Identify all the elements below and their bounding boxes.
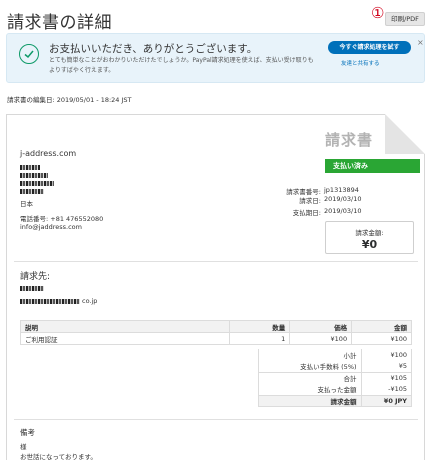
line-items-table: 説明 数量 価格 金額 ご利用認証 1 ¥100 ¥100 bbox=[19, 320, 412, 345]
status-badge: 支払い済み bbox=[325, 159, 420, 173]
subtotal-value: ¥100 bbox=[360, 349, 413, 361]
table-row: ご利用認証 1 ¥100 ¥100 bbox=[19, 332, 412, 345]
seller-email: info@jaddress.com bbox=[20, 223, 82, 231]
redacted-text bbox=[20, 299, 80, 304]
redacted-text bbox=[20, 286, 44, 291]
item-amount: ¥100 bbox=[351, 332, 412, 345]
redacted-text bbox=[20, 189, 44, 194]
redacted-text bbox=[20, 181, 54, 186]
notes-line: 様 bbox=[20, 443, 27, 451]
print-pdf-button[interactable]: 印刷/PDF bbox=[385, 12, 425, 26]
invoice-title: 請求書 bbox=[325, 131, 374, 149]
share-with-friend-link[interactable]: 友達と共有する bbox=[341, 59, 380, 67]
total-value: ¥105 bbox=[360, 371, 413, 384]
annotation-marker: ① bbox=[371, 4, 385, 22]
amount-due-row: 請求金額 ¥0 JPY bbox=[258, 394, 413, 407]
column-header-amount: 金額 bbox=[351, 320, 412, 333]
paid-value: -¥105 bbox=[360, 383, 413, 395]
seller-phone: 電話番号: +81 476552080 bbox=[20, 215, 104, 223]
amount-due-row-label: 請求金額 bbox=[258, 394, 362, 407]
meta-label: 請求日: bbox=[299, 197, 321, 205]
check-circle-icon bbox=[19, 44, 39, 64]
notes-title: 備考 bbox=[20, 428, 35, 437]
redacted-text bbox=[20, 173, 48, 178]
try-invoicing-button[interactable]: 今すぐ請求処理を試す bbox=[328, 41, 411, 54]
item-price: ¥100 bbox=[289, 332, 353, 345]
bill-to-title: 請求先: bbox=[20, 272, 51, 282]
meta-value: 2019/03/10 bbox=[324, 195, 362, 203]
amount-due-label: 請求金額: bbox=[355, 229, 384, 237]
redacted-text bbox=[20, 165, 40, 170]
totals-table: 小計 ¥100 支払い手数料 (5%) ¥5 合計 ¥105 支払った金額 -¥… bbox=[258, 349, 413, 407]
paid-label: 支払った金額 bbox=[258, 383, 362, 395]
subtotal-label: 小計 bbox=[258, 349, 362, 361]
total-row: 合計 ¥105 bbox=[258, 371, 413, 384]
amount-due-box: 請求金額: ¥0 bbox=[325, 221, 414, 254]
subtotal-row: 小計 ¥100 bbox=[258, 349, 413, 361]
thank-you-banner: お支払いいただき、ありがとうございます。 とても簡単なことがおわかりいただけたで… bbox=[6, 33, 425, 83]
page-title: 請求書の詳細 bbox=[7, 13, 112, 33]
fee-label: 支払い手数料 (5%) bbox=[258, 360, 362, 372]
banner-body: とても簡単なことがおわかりいただけたでしょうか。PayPal請求処理を使えば、支… bbox=[49, 57, 314, 74]
meta-value: jp1313894 bbox=[324, 186, 359, 194]
column-header-price: 価格 bbox=[289, 320, 353, 333]
amount-due-row-value: ¥0 JPY bbox=[360, 394, 413, 407]
seller-country: 日本 bbox=[20, 200, 33, 208]
fee-value: ¥5 bbox=[360, 360, 413, 372]
seller-name: j-address.com bbox=[20, 149, 77, 158]
table-header-row: 説明 数量 価格 金額 bbox=[19, 320, 412, 333]
meta-value: 2019/03/10 bbox=[324, 207, 362, 215]
close-icon[interactable]: × bbox=[417, 38, 424, 47]
column-header-quantity: 数量 bbox=[229, 320, 291, 333]
page-fold-corner bbox=[385, 114, 425, 154]
banner-title: お支払いいただき、ありがとうございます。 bbox=[49, 43, 258, 55]
divider bbox=[14, 419, 418, 420]
meta-label: 支払期日: bbox=[292, 209, 321, 217]
fee-row: 支払い手数料 (5%) ¥5 bbox=[258, 360, 413, 372]
paid-row: 支払った金額 -¥105 bbox=[258, 383, 413, 395]
item-quantity: 1 bbox=[229, 332, 291, 345]
notes-line: お世話になっております。 bbox=[20, 453, 97, 460]
column-header-description: 説明 bbox=[19, 320, 231, 333]
bill-to-domain: co.jp bbox=[82, 297, 98, 305]
edited-date: 請求書の編集日: 2019/05/01 - 18:24 JST bbox=[7, 96, 132, 104]
total-label: 合計 bbox=[258, 371, 362, 384]
amount-due-value: ¥0 bbox=[361, 238, 378, 251]
divider bbox=[14, 261, 418, 262]
item-description: ご利用認証 bbox=[19, 332, 231, 345]
invoice-document: 請求書 支払い済み j-address.com 日本 電話番号: +81 476… bbox=[6, 114, 425, 460]
